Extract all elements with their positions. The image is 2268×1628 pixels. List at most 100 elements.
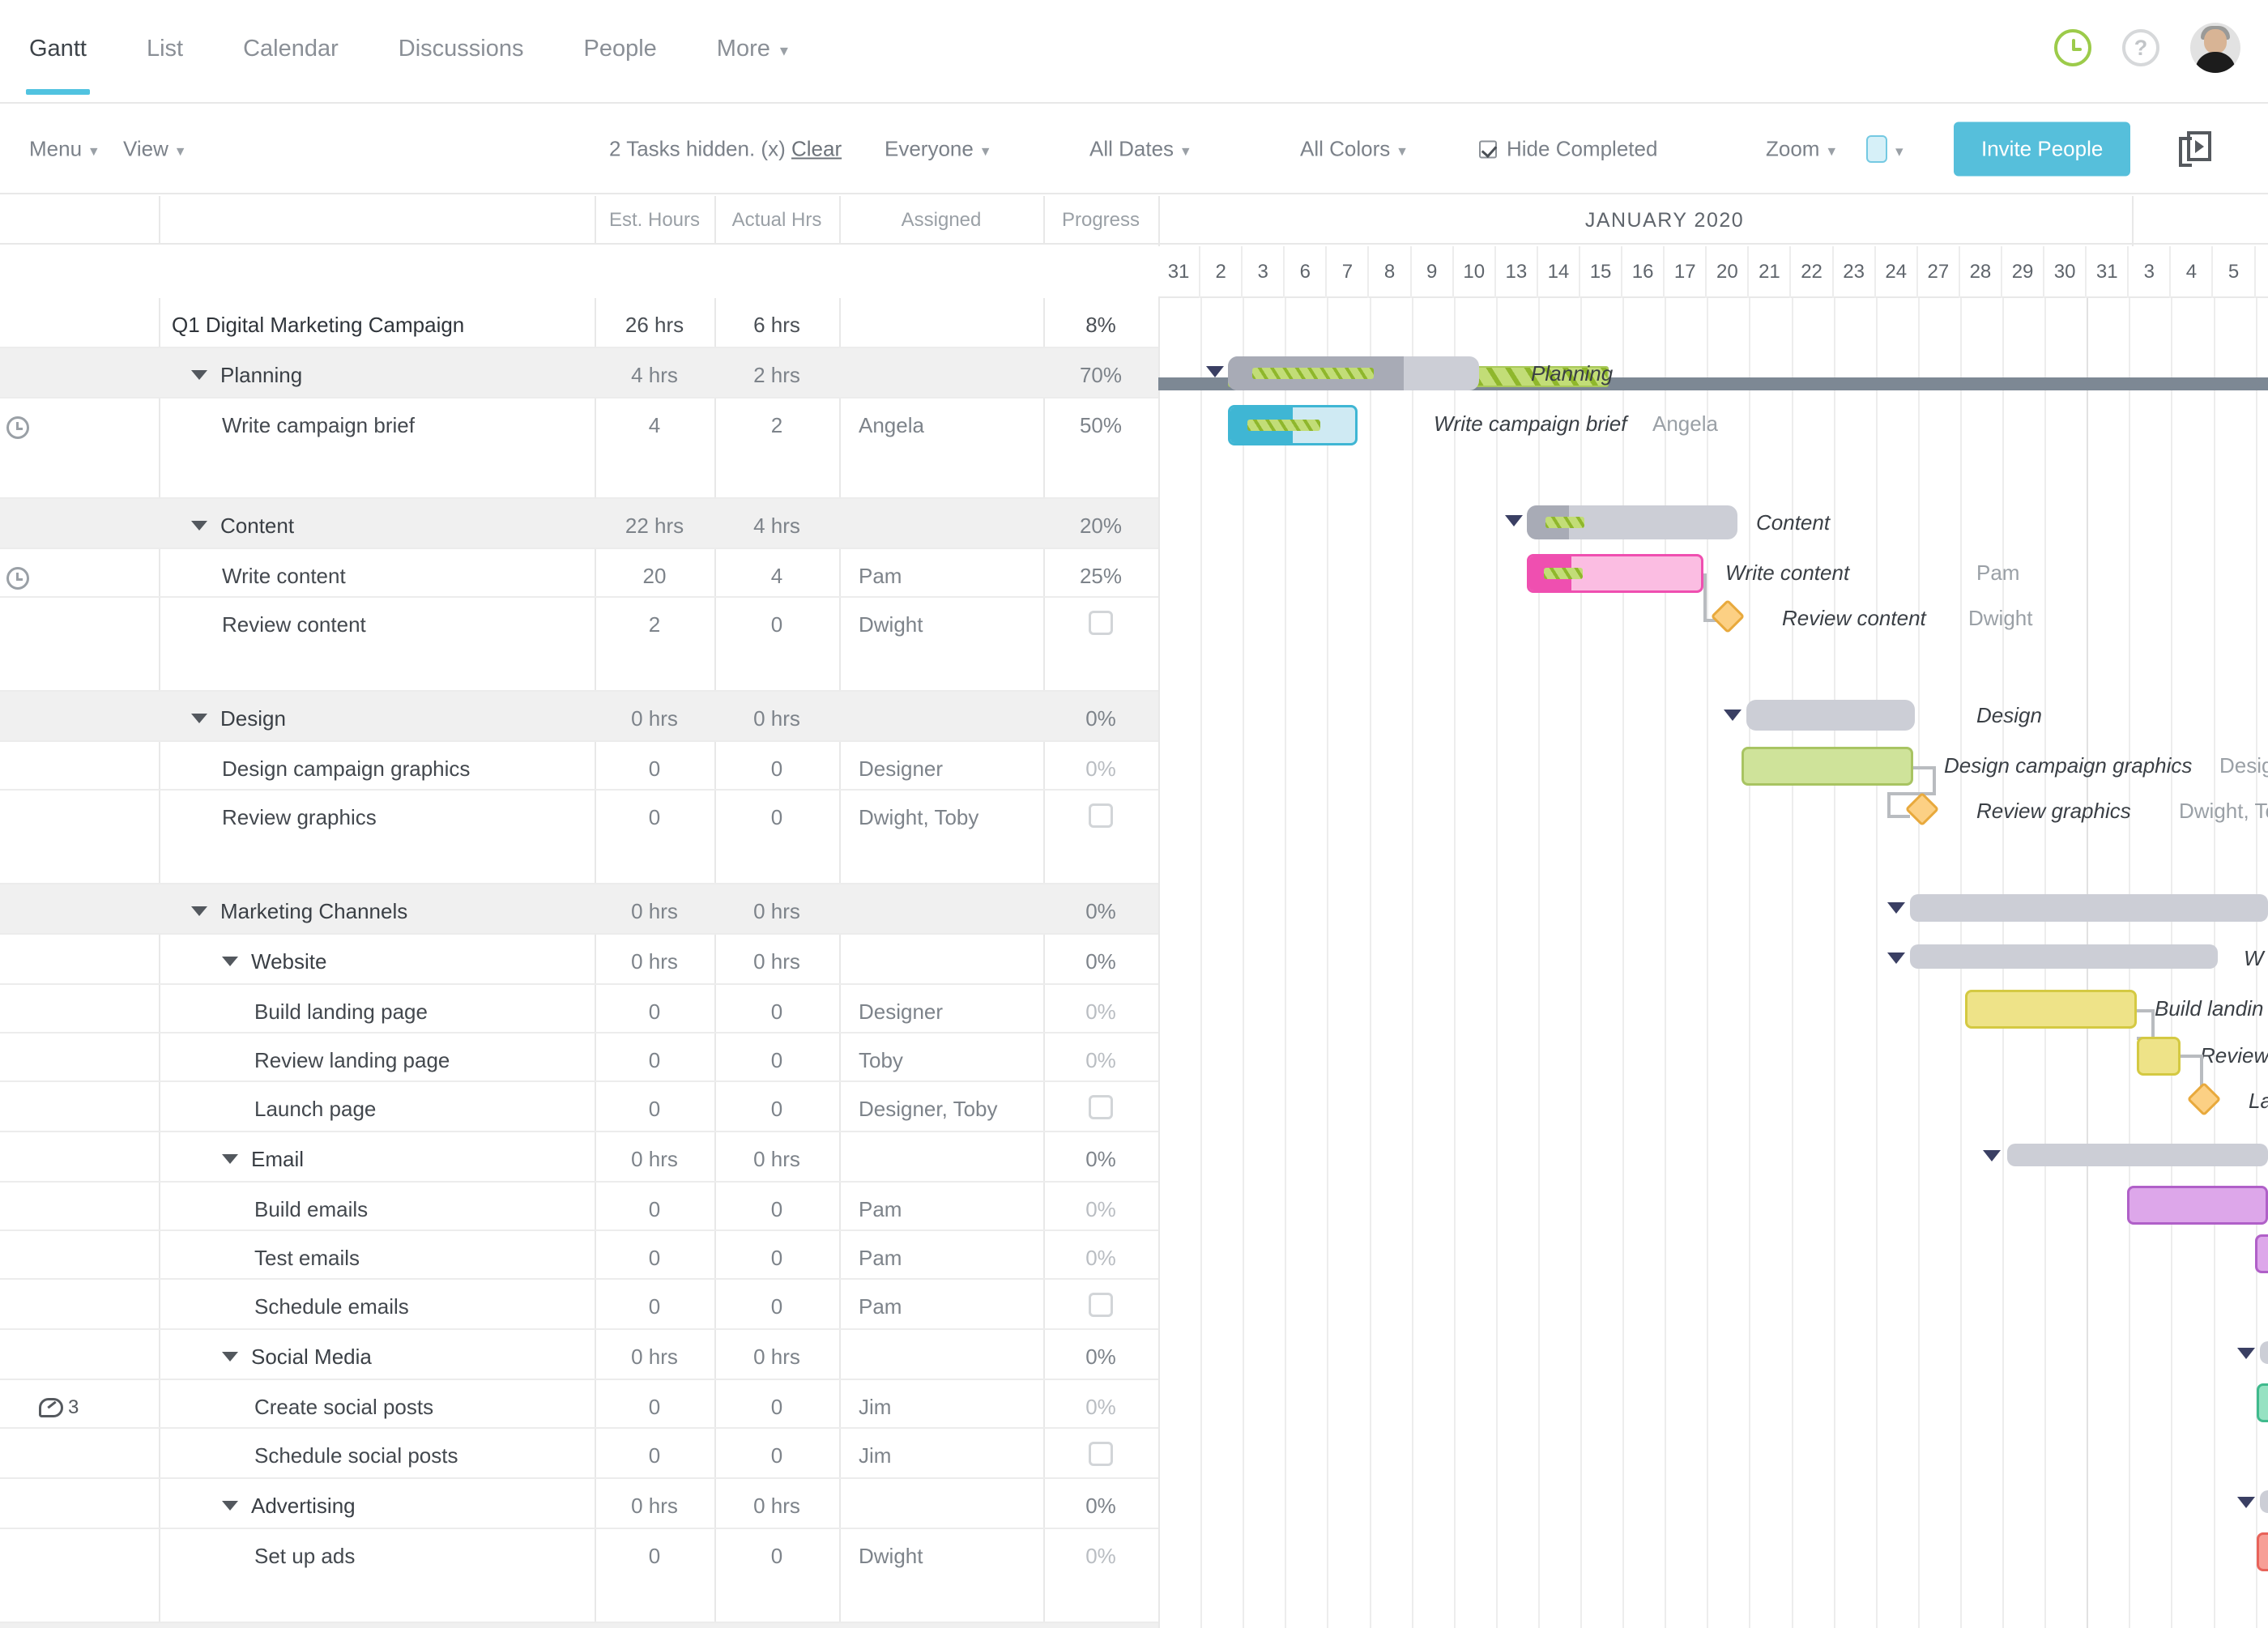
cell-actual-hrs[interactable]: 0 (714, 1395, 839, 1420)
cell-assigned[interactable]: Designer, Toby (859, 1097, 1053, 1122)
task-name-cell[interactable]: Content (191, 514, 294, 538)
task-bar-design-campaign-graphics[interactable] (1742, 747, 1913, 786)
tab-discussions[interactable]: Discussions (399, 36, 524, 85)
timeline-collapse-caret[interactable] (1983, 1150, 2001, 1161)
color-picker[interactable]: ▾ (1866, 135, 1904, 163)
cell-est-hours[interactable]: 0 (595, 1048, 714, 1073)
progress-checkbox[interactable] (1089, 611, 1113, 635)
cell-progress[interactable]: 0% (1043, 899, 1158, 924)
cell-est-hours[interactable]: 0 (595, 1544, 714, 1569)
cell-progress[interactable]: 0% (1043, 706, 1158, 731)
task-bar-build-landing-page[interactable] (1965, 990, 2137, 1029)
cell-actual-hrs[interactable]: 0 hrs (714, 1494, 839, 1519)
cell-est-hours[interactable]: 0 hrs (595, 899, 714, 924)
all-colors-filter[interactable]: All Colors ▾ (1300, 137, 1406, 162)
task-name-cell[interactable]: Website (222, 949, 326, 974)
timeline-collapse-caret[interactable] (2237, 1348, 2255, 1359)
column-header-progress[interactable]: Progress (1043, 196, 1158, 245)
cell-progress[interactable]: 25% (1043, 564, 1158, 589)
task-name-cell[interactable]: Review content (222, 612, 366, 637)
cell-actual-hrs[interactable]: 0 (714, 1097, 839, 1122)
cell-assigned[interactable]: Dwight, Toby (859, 805, 1053, 830)
cell-progress[interactable]: 0% (1043, 1345, 1158, 1370)
table-row[interactable] (0, 499, 1158, 549)
tab-gantt[interactable]: Gantt (26, 36, 90, 95)
cell-actual-hrs[interactable]: 4 hrs (714, 514, 839, 539)
cell-assigned[interactable]: Jim (859, 1443, 1053, 1468)
cell-assigned[interactable]: Designer (859, 756, 1053, 782)
clear-link[interactable]: Clear (791, 137, 842, 161)
hide-completed-toggle[interactable]: Hide Completed (1479, 137, 1657, 162)
cell-actual-hrs[interactable]: 0 (714, 1544, 839, 1569)
tab-people[interactable]: People (583, 36, 656, 85)
cell-progress[interactable]: 0% (1043, 1494, 1158, 1519)
cell-actual-hrs[interactable]: 0 hrs (714, 706, 839, 731)
timeline-collapse-caret[interactable] (2237, 1497, 2255, 1508)
task-name-cell[interactable]: Advertising (222, 1494, 356, 1518)
task-bar-setup-ads[interactable] (2257, 1532, 2268, 1571)
cell-progress[interactable]: 70% (1043, 363, 1158, 388)
cell-progress[interactable]: 0% (1043, 1147, 1158, 1172)
cell-actual-hrs[interactable]: 0 hrs (714, 949, 839, 974)
avatar[interactable] (2190, 23, 2240, 73)
cell-est-hours[interactable]: 2 (595, 612, 714, 637)
collapse-toggle-icon[interactable] (191, 906, 207, 916)
cell-est-hours[interactable]: 0 (595, 1294, 714, 1319)
task-bar-test-emails[interactable] (2255, 1234, 2268, 1273)
summary-bar-design[interactable] (1746, 700, 1915, 731)
progress-checkbox[interactable] (1089, 1095, 1113, 1119)
view-dropdown[interactable]: View ▾ (123, 137, 184, 162)
cell-est-hours[interactable]: 0 hrs (595, 949, 714, 974)
cell-actual-hrs[interactable]: 4 (714, 564, 839, 589)
task-name-cell[interactable]: Set up ads (254, 1544, 355, 1568)
cell-est-hours[interactable]: 0 (595, 756, 714, 782)
collapse-toggle-icon[interactable] (222, 957, 238, 966)
task-bar-build-emails[interactable] (2127, 1186, 2268, 1225)
cell-est-hours[interactable]: 26 hrs (595, 313, 714, 338)
task-name-cell[interactable]: Planning (191, 363, 302, 387)
cell-assigned[interactable]: Pam (859, 1197, 1053, 1222)
cell-est-hours[interactable]: 4 hrs (595, 363, 714, 388)
cell-actual-hrs[interactable]: 0 (714, 1246, 839, 1271)
cell-est-hours[interactable]: 0 (595, 1197, 714, 1222)
task-name-cell[interactable]: Test emails (254, 1246, 360, 1270)
cell-progress[interactable]: 20% (1043, 514, 1158, 539)
comment-count-badge[interactable]: 3 (39, 1396, 79, 1419)
collapse-toggle-icon[interactable] (222, 1352, 238, 1362)
tab-more[interactable]: More ▾ (717, 36, 788, 85)
task-bar-create-social-posts[interactable] (2257, 1383, 2268, 1422)
cell-est-hours[interactable]: 0 (595, 1246, 714, 1271)
column-header-actual-hrs[interactable]: Actual Hrs (714, 196, 839, 245)
cell-actual-hrs[interactable]: 0 (714, 805, 839, 830)
cell-est-hours[interactable]: 0 hrs (595, 1147, 714, 1172)
task-name-cell[interactable]: Q1 Digital Marketing Campaign (172, 313, 464, 337)
summary-bar-advertising[interactable] (2260, 1490, 2268, 1513)
cell-actual-hrs[interactable]: 0 hrs (714, 1147, 839, 1172)
cell-assigned[interactable]: Toby (859, 1048, 1053, 1073)
task-name-cell[interactable]: Design (191, 706, 286, 731)
table-row[interactable] (0, 348, 1158, 398)
collapse-toggle-icon[interactable] (222, 1154, 238, 1164)
timeline-collapse-caret[interactable] (1887, 902, 1905, 914)
progress-checkbox[interactable] (1089, 1442, 1113, 1466)
collapse-toggle-icon[interactable] (191, 521, 207, 531)
cell-actual-hrs[interactable]: 0 (714, 1443, 839, 1468)
column-header-assigned[interactable]: Assigned (839, 196, 1043, 245)
cell-est-hours[interactable]: 0 (595, 1395, 714, 1420)
table-row[interactable] (0, 1623, 1158, 1628)
cell-progress[interactable]: 0% (1043, 949, 1158, 974)
timeline-collapse-caret[interactable] (1505, 515, 1523, 526)
cell-est-hours[interactable]: 0 (595, 1443, 714, 1468)
summary-bar-email[interactable] (2007, 1144, 2268, 1166)
cell-actual-hrs[interactable]: 0 (714, 1197, 839, 1222)
toggle-panel-icon[interactable] (2179, 131, 2211, 167)
cell-actual-hrs[interactable]: 0 hrs (714, 899, 839, 924)
table-row[interactable] (0, 692, 1158, 742)
cell-progress[interactable]: 50% (1043, 413, 1158, 438)
collapse-toggle-icon[interactable] (191, 714, 207, 723)
timeline-collapse-caret[interactable] (1206, 366, 1224, 377)
summary-bar-marketing-channels[interactable] (1910, 894, 2268, 922)
task-name-cell[interactable]: Write content (222, 564, 346, 588)
cell-progress[interactable]: 0% (1043, 756, 1158, 782)
cell-assigned[interactable]: Designer (859, 999, 1053, 1025)
